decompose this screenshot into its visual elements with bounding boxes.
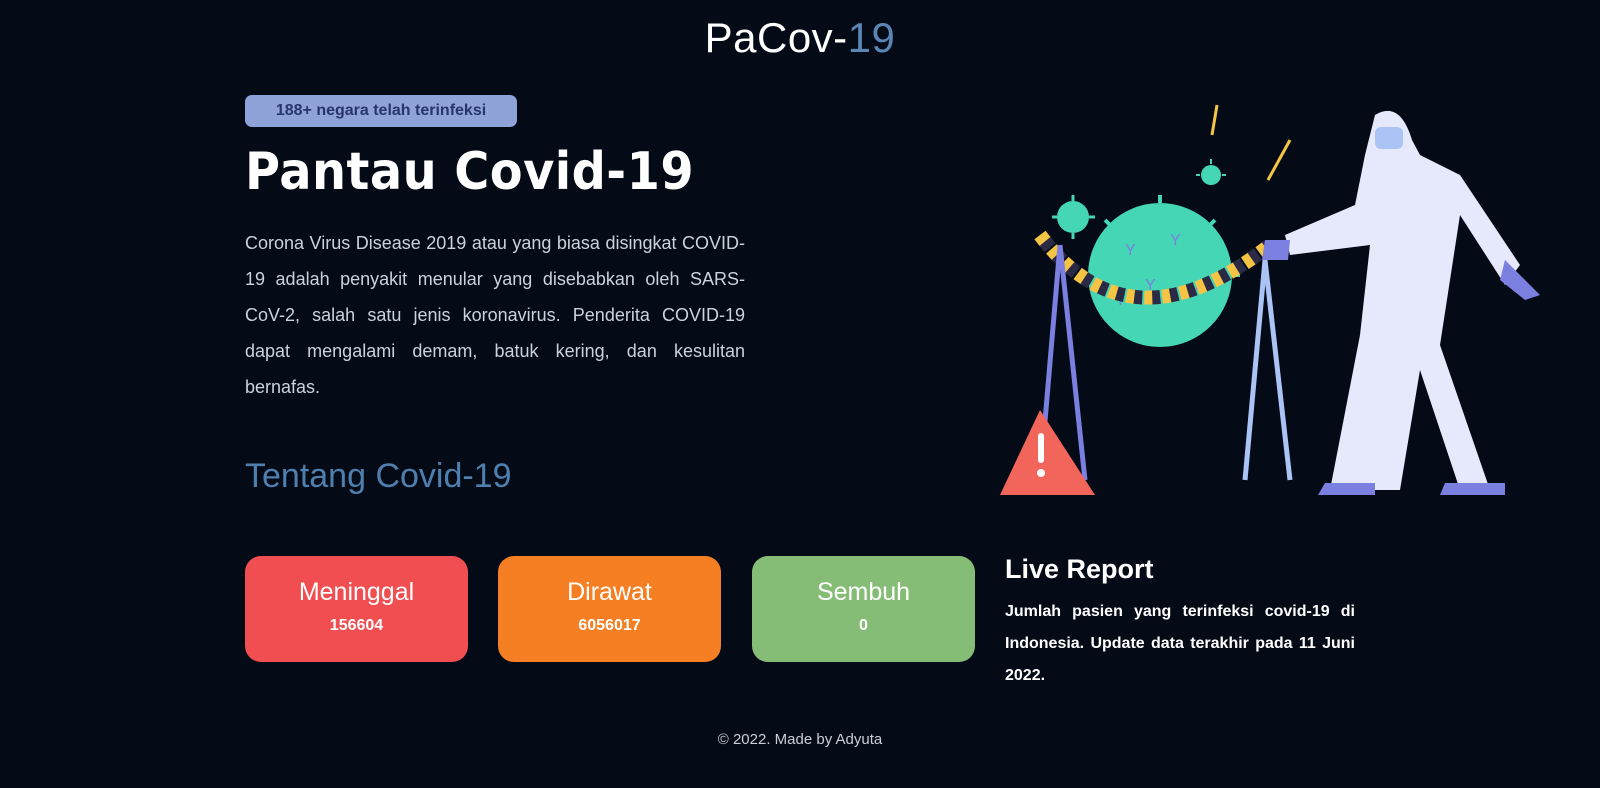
brand-main: PaCov- [704,14,848,61]
about-covid-link[interactable]: Tentang Covid-19 [245,457,512,496]
hero-title: Pantau Covid-19 [245,142,695,202]
stat-card-recovered: Sembuh 0 [752,556,975,662]
virus-hazmat-illustration: Y Y Y Y Y [1000,104,1540,495]
small-virus-icon [1196,159,1226,185]
brand-logo[interactable]: PaCov-19 [0,14,1600,62]
live-report-title: Live Report [1005,554,1154,584]
svg-text:Y: Y [1125,242,1136,259]
stat-label: Dirawat [567,578,652,606]
small-virus-icon [1052,195,1095,239]
stat-value: 156604 [329,617,384,634]
stat-label: Sembuh [816,578,911,606]
infection-badge: 188+ negara telah terinfeksi [245,95,517,127]
footer-text: © 2022. Made by Adyuta [717,731,883,748]
stat-card-treated: Dirawat 6056017 [498,556,721,662]
big-virus-icon: Y Y Y Y Y [1080,195,1240,347]
hazmat-person-icon [1262,110,1540,495]
stat-card-death: Meninggal 156604 [245,556,468,662]
stat-label: Meninggal [298,578,415,606]
stat-value: 0 [859,617,868,634]
stat-value: 6056017 [578,617,641,634]
brand-accent: 19 [847,14,896,61]
live-report-description: Jumlah pasien yang terinfeksi covid-19 d… [1005,603,1355,684]
hero-description: Corona Virus Disease 2019 atau yang bias… [245,233,745,397]
svg-text:Y: Y [1170,232,1181,249]
